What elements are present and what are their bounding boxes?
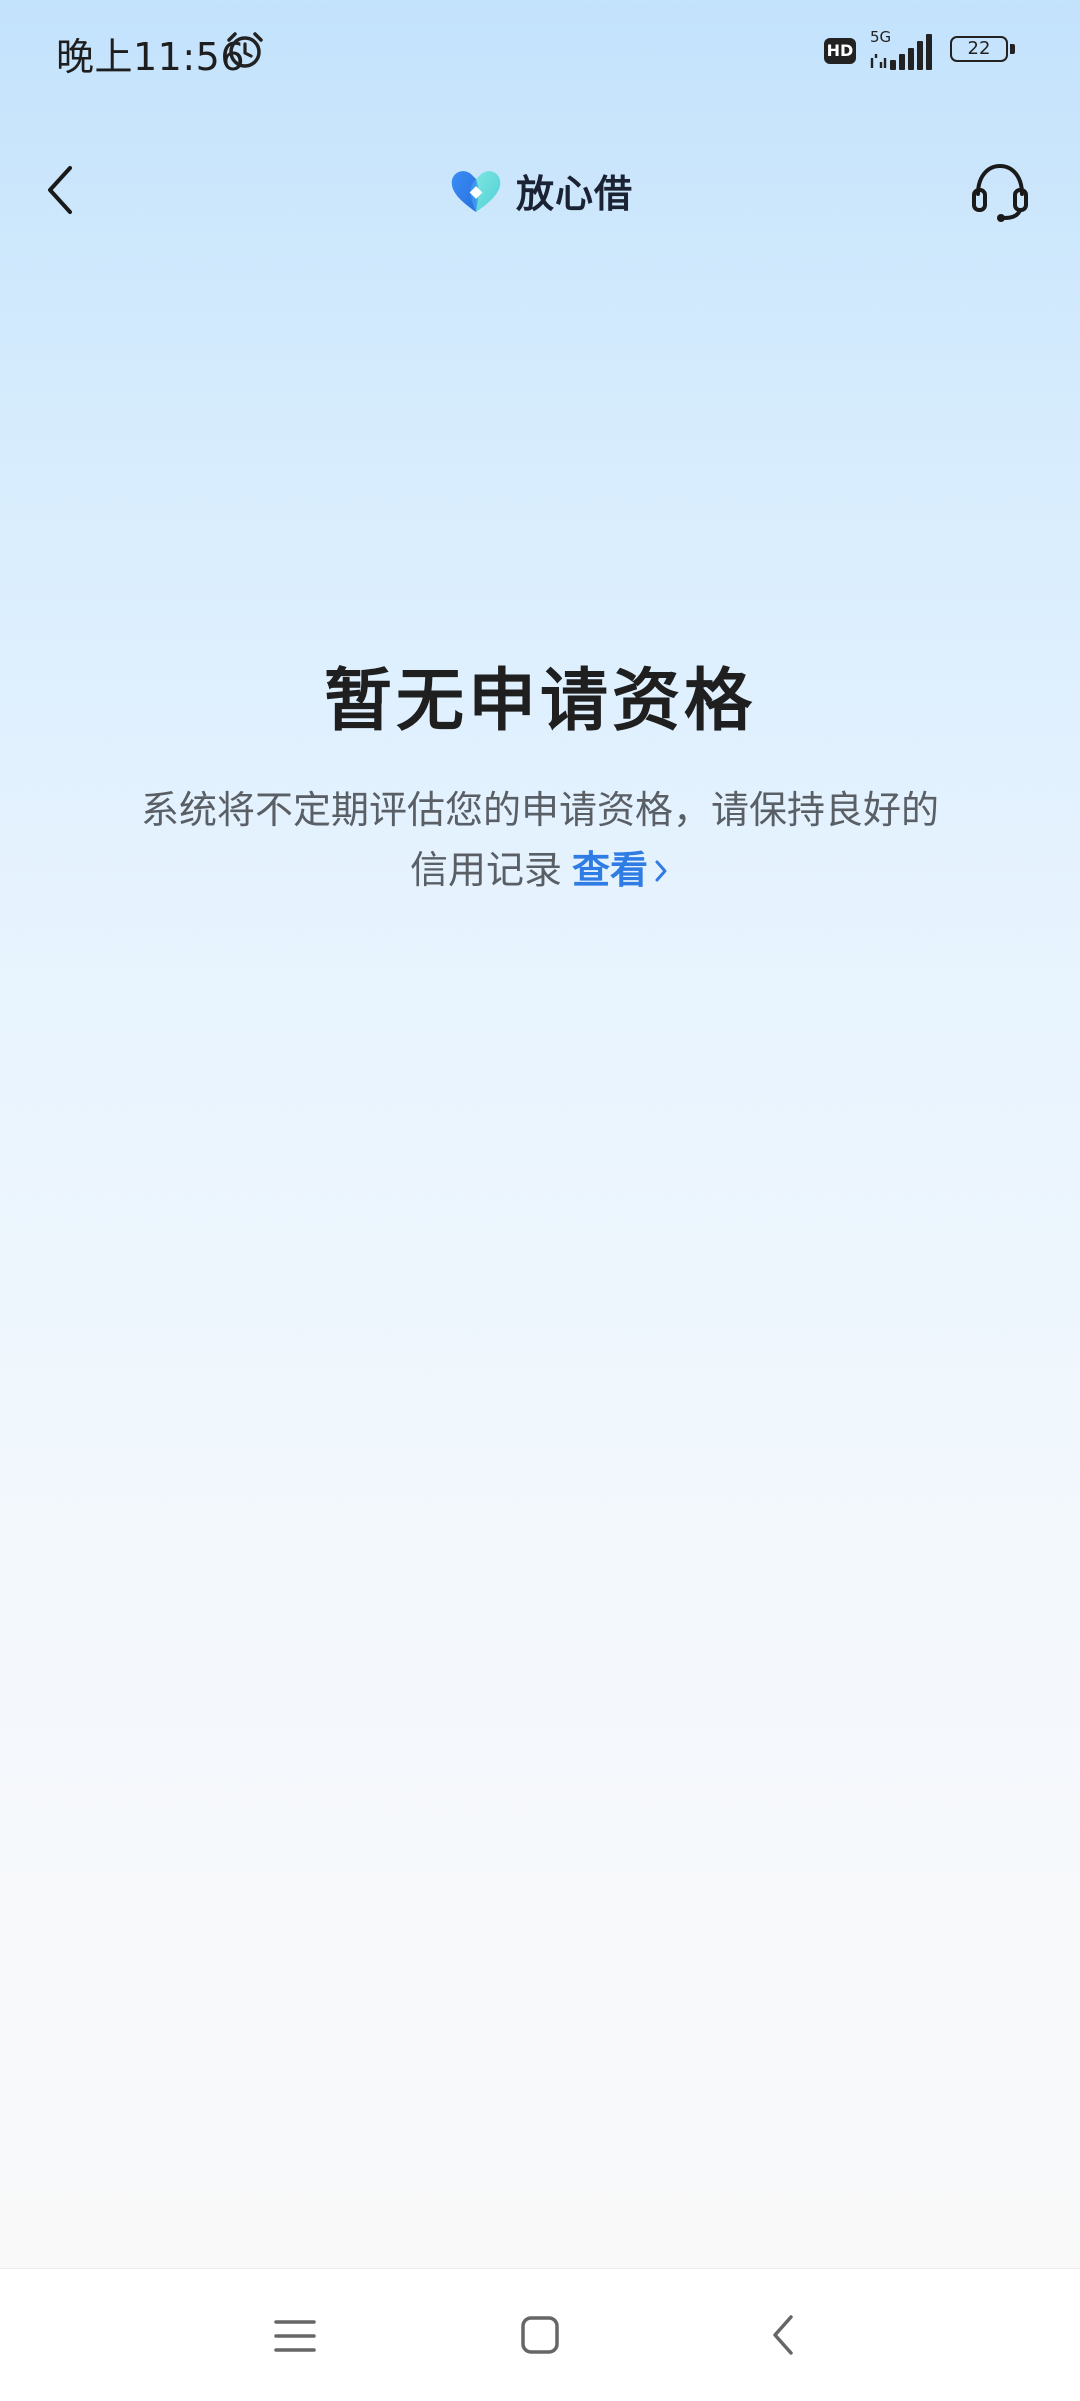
battery-level: 22	[950, 36, 1008, 62]
app-header: 放心借	[0, 140, 1080, 240]
menu-icon[interactable]	[274, 2317, 316, 2355]
alarm-icon	[227, 32, 263, 68]
system-nav-bar	[0, 2268, 1080, 2401]
brand-name: 放心借	[516, 171, 634, 216]
back-chevron-icon[interactable]	[40, 160, 84, 220]
signal-icon: 5G	[870, 28, 932, 70]
empty-state-description: 系统将不定期评估您的申请资格，请保持良好的信用记录 查看	[140, 780, 940, 900]
battery-cap	[1010, 44, 1015, 54]
brand: 放心借	[448, 162, 633, 218]
view-link[interactable]: 查看	[572, 848, 670, 892]
network-type-label: 5G	[870, 28, 891, 46]
status-bar: 晚上11:56 HD 5G 22	[0, 0, 1080, 104]
empty-state-title: 暂无申请资格	[323, 662, 756, 741]
hd-icon: HD	[824, 38, 856, 64]
back-icon[interactable]	[770, 2313, 796, 2357]
view-link-label[interactable]: 查看	[572, 848, 648, 892]
brand-heart-logo	[451, 171, 501, 212]
description-text: 系统将不定期评估您的申请资格，请保持良好的信用记录	[140, 788, 939, 892]
home-icon[interactable]	[520, 2315, 560, 2355]
chevron-right-icon[interactable]	[652, 856, 670, 886]
battery-icon: 22	[950, 36, 1018, 66]
status-time: 晚上11:56	[56, 35, 246, 79]
headset-icon[interactable]	[968, 158, 1032, 224]
